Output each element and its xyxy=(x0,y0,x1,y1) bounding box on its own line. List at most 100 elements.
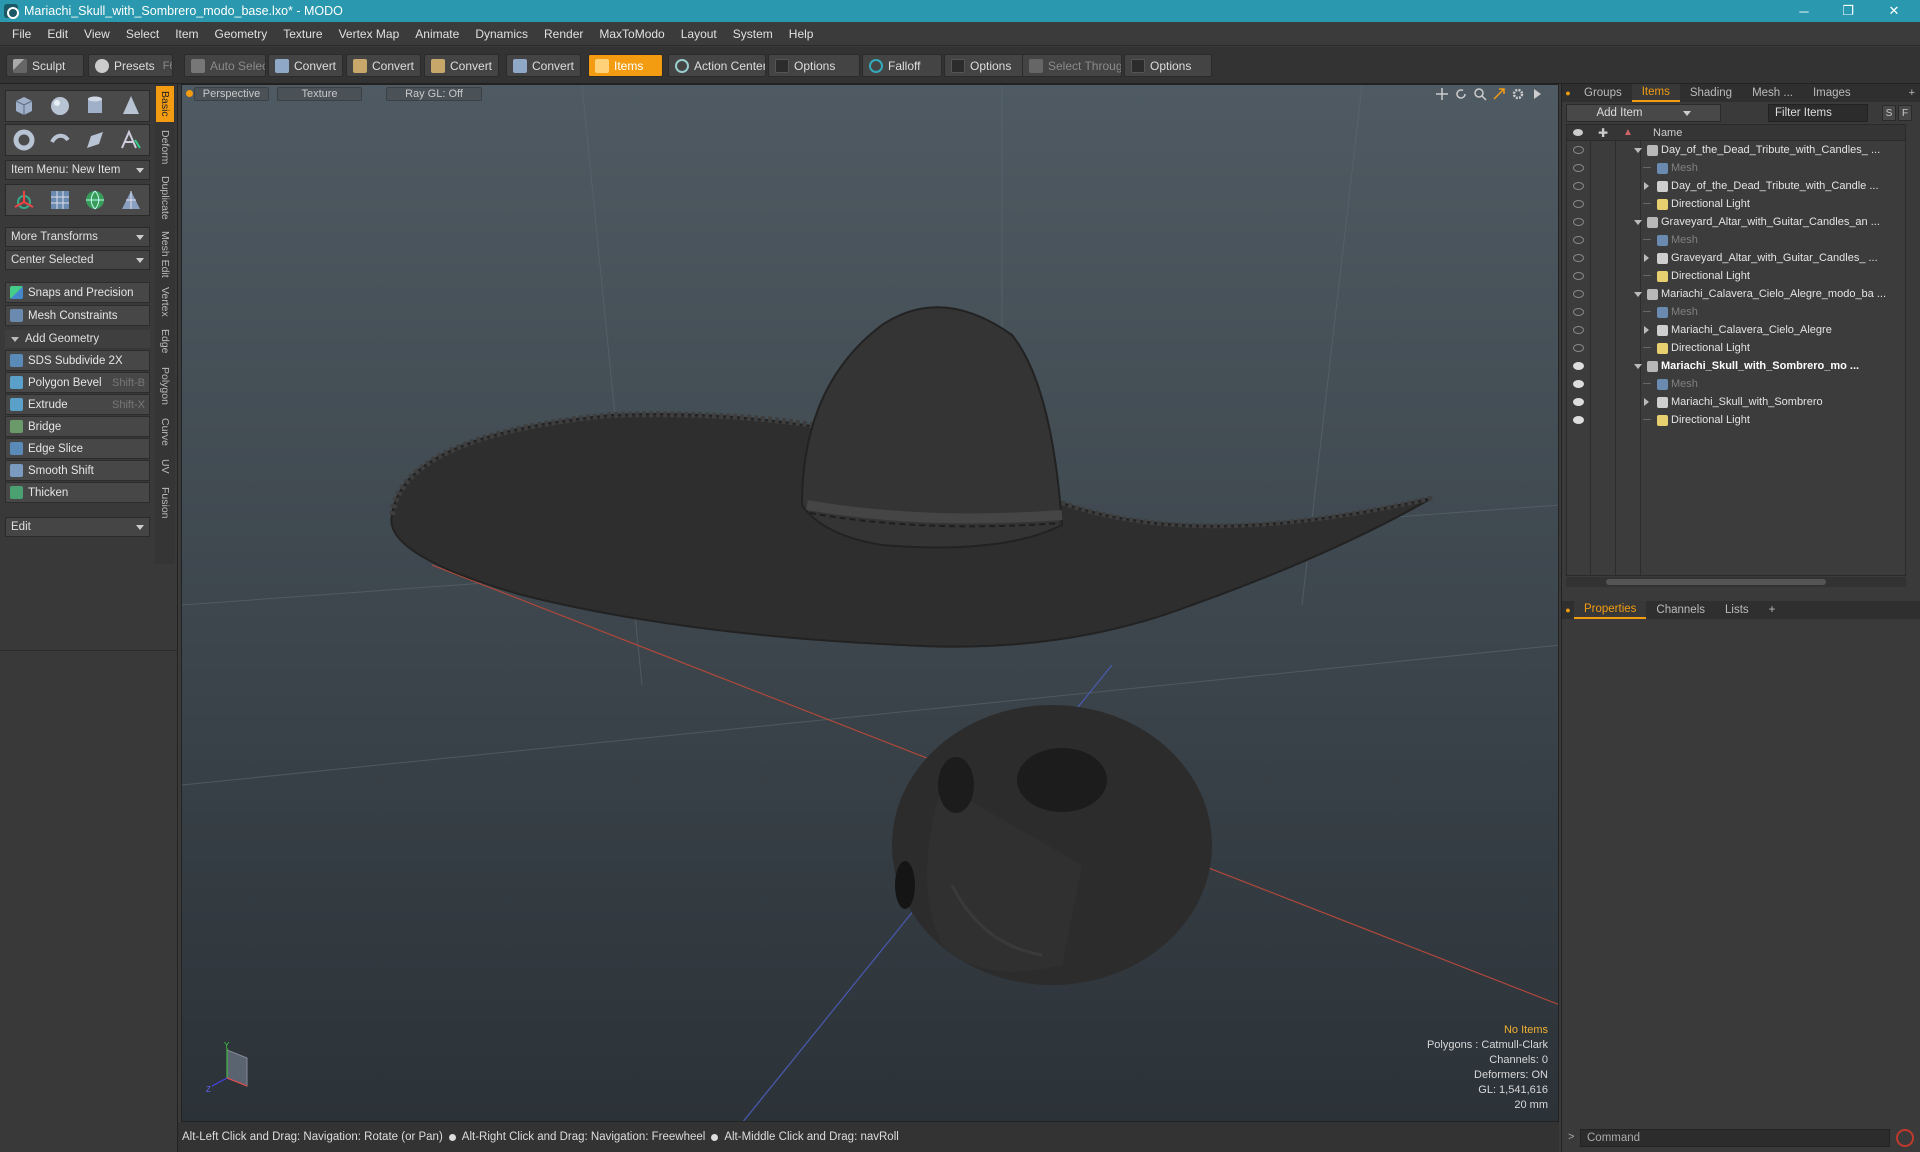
visibility-eye-icon[interactable] xyxy=(1573,416,1584,424)
zoom-view-icon[interactable] xyxy=(1473,87,1487,101)
filter-s-button[interactable]: S xyxy=(1882,105,1896,121)
visibility-eye-icon[interactable] xyxy=(1573,272,1584,280)
menu-dynamics[interactable]: Dynamics xyxy=(467,27,536,41)
expand-closed-icon[interactable] xyxy=(1644,326,1649,334)
tab-shading[interactable]: Shading xyxy=(1680,84,1742,102)
type-column-icon[interactable]: ▲ xyxy=(1623,127,1633,138)
add-item-button[interactable]: Add Item xyxy=(1566,104,1721,122)
command-input[interactable]: Command xyxy=(1580,1129,1890,1147)
sculpt-button[interactable]: Sculpt xyxy=(6,54,84,77)
raygl-button[interactable]: Ray GL: Off xyxy=(386,87,482,101)
visibility-eye-icon[interactable] xyxy=(1573,362,1584,370)
presets-button[interactable]: Presets F6 xyxy=(88,54,173,77)
select-through-button[interactable]: Select Through xyxy=(1022,54,1122,77)
pen-icon[interactable] xyxy=(83,128,107,152)
tree-row[interactable]: Mesh xyxy=(1567,375,1905,393)
rotate-view-icon[interactable] xyxy=(1454,87,1468,101)
visibility-eye-icon[interactable] xyxy=(1573,182,1584,190)
tree-row[interactable]: Mariachi_Calavera_Cielo_Alegre xyxy=(1567,321,1905,339)
visibility-column-icon[interactable] xyxy=(1573,129,1583,136)
tab-vertex[interactable]: Vertex xyxy=(156,284,174,320)
visibility-eye-icon[interactable] xyxy=(1573,308,1584,316)
gear-icon[interactable] xyxy=(1511,87,1525,101)
tab-basic[interactable]: Basic xyxy=(156,86,174,122)
capsule-icon[interactable] xyxy=(48,128,72,152)
tree-horizontal-scrollbar[interactable] xyxy=(1566,577,1906,587)
mesh-constraints-button[interactable]: Mesh Constraints xyxy=(5,305,150,326)
visibility-eye-icon[interactable] xyxy=(1573,326,1584,334)
command-record-icon[interactable] xyxy=(1896,1129,1914,1147)
lock-column-icon[interactable]: ✚ xyxy=(1598,126,1608,140)
tab-images[interactable]: Images xyxy=(1803,84,1861,102)
expand-open-icon[interactable] xyxy=(1634,291,1642,297)
center-selected-dropdown[interactable]: Center Selected xyxy=(5,250,150,270)
visibility-eye-icon[interactable] xyxy=(1573,164,1584,172)
expand-closed-icon[interactable] xyxy=(1644,254,1649,262)
tree-row[interactable]: Mesh xyxy=(1567,159,1905,177)
items-mode-button[interactable]: Items xyxy=(588,54,663,77)
convert-polygons-button[interactable]: Convert xyxy=(424,54,499,77)
restore-button[interactable]: ❐ xyxy=(1826,0,1870,22)
cylinder-icon[interactable] xyxy=(83,94,107,118)
texture-button[interactable]: Texture xyxy=(277,87,362,101)
tab-mesh[interactable]: Mesh ... xyxy=(1742,84,1803,102)
menu-texture[interactable]: Texture xyxy=(275,27,330,41)
tree-row[interactable]: Directional Light xyxy=(1567,339,1905,357)
visibility-eye-icon[interactable] xyxy=(1573,236,1584,244)
cone-icon[interactable] xyxy=(119,94,143,118)
convert-materials-button[interactable]: Convert xyxy=(506,54,581,77)
bridge-button[interactable]: Bridge xyxy=(5,416,150,437)
3d-viewport[interactable]: Perspective Texture Ray GL: Off Y Z No I… xyxy=(181,84,1559,1122)
convert-vertices-button[interactable]: Convert xyxy=(268,54,343,77)
sds-subdivide-button[interactable]: SDS Subdivide 2X xyxy=(5,350,150,371)
tab-fusion[interactable]: Fusion xyxy=(156,482,174,524)
expand-closed-icon[interactable] xyxy=(1644,182,1649,190)
cube-icon[interactable] xyxy=(12,94,36,118)
menu-help[interactable]: Help xyxy=(781,27,822,41)
add-geometry-section[interactable]: Add Geometry xyxy=(5,330,150,348)
perspective-button[interactable]: Perspective xyxy=(194,87,269,101)
tree-row[interactable]: Directional Light xyxy=(1567,267,1905,285)
select-through-options-button[interactable]: Options xyxy=(1124,54,1212,77)
menu-view[interactable]: View xyxy=(76,27,118,41)
visibility-eye-icon[interactable] xyxy=(1573,380,1584,388)
smooth-shift-button[interactable]: Smooth Shift xyxy=(5,460,150,481)
tab-deform[interactable]: Deform xyxy=(156,126,174,168)
tab-duplicate[interactable]: Duplicate xyxy=(156,172,174,224)
tab-polygon[interactable]: Polygon xyxy=(156,362,174,410)
minimize-button[interactable]: ─ xyxy=(1782,0,1826,22)
tree-row[interactable]: Mariachi_Skull_with_Sombrero_mo ... xyxy=(1567,357,1905,375)
tab-channels[interactable]: Channels xyxy=(1646,601,1715,619)
tree-row[interactable]: Directional Light xyxy=(1567,411,1905,429)
menu-animate[interactable]: Animate xyxy=(407,27,467,41)
falloff-button[interactable]: Falloff xyxy=(862,54,942,77)
menu-render[interactable]: Render xyxy=(536,27,591,41)
pyramid-grid-icon[interactable] xyxy=(119,188,143,212)
menu-file[interactable]: File xyxy=(4,27,39,41)
sphere-icon[interactable] xyxy=(48,94,72,118)
menu-item[interactable]: Item xyxy=(167,27,206,41)
visibility-eye-icon[interactable] xyxy=(1573,290,1584,298)
visibility-eye-icon[interactable] xyxy=(1573,218,1584,226)
maximize-view-icon[interactable] xyxy=(1492,87,1506,101)
tab-properties[interactable]: Properties xyxy=(1574,601,1647,619)
menu-edit[interactable]: Edit xyxy=(39,27,76,41)
falloff-options-button[interactable]: Options xyxy=(944,54,1024,77)
menu-system[interactable]: System xyxy=(725,27,781,41)
tab-groups[interactable]: Groups xyxy=(1574,84,1632,102)
tab-mesh-edit[interactable]: Mesh Edit xyxy=(156,228,174,280)
text-tool-icon[interactable] xyxy=(119,128,143,152)
thicken-button[interactable]: Thicken xyxy=(5,482,150,503)
tab-items[interactable]: Items xyxy=(1631,84,1680,102)
tree-row[interactable]: Day_of_the_Dead_Tribute_with_Candles_ ..… xyxy=(1567,141,1905,159)
edge-slice-button[interactable]: Edge Slice xyxy=(5,438,150,459)
move-view-icon[interactable] xyxy=(1435,87,1449,101)
convert-edges-button[interactable]: Convert xyxy=(346,54,421,77)
torus-icon[interactable] xyxy=(12,128,36,152)
tree-row[interactable]: Mesh xyxy=(1567,303,1905,321)
more-transforms-dropdown[interactable]: More Transforms xyxy=(5,227,150,247)
expand-open-icon[interactable] xyxy=(1634,219,1642,225)
tree-row[interactable]: Mariachi_Calavera_Cielo_Alegre_modo_ba .… xyxy=(1567,285,1905,303)
play-icon[interactable] xyxy=(1530,87,1544,101)
close-button[interactable]: ✕ xyxy=(1872,0,1916,22)
